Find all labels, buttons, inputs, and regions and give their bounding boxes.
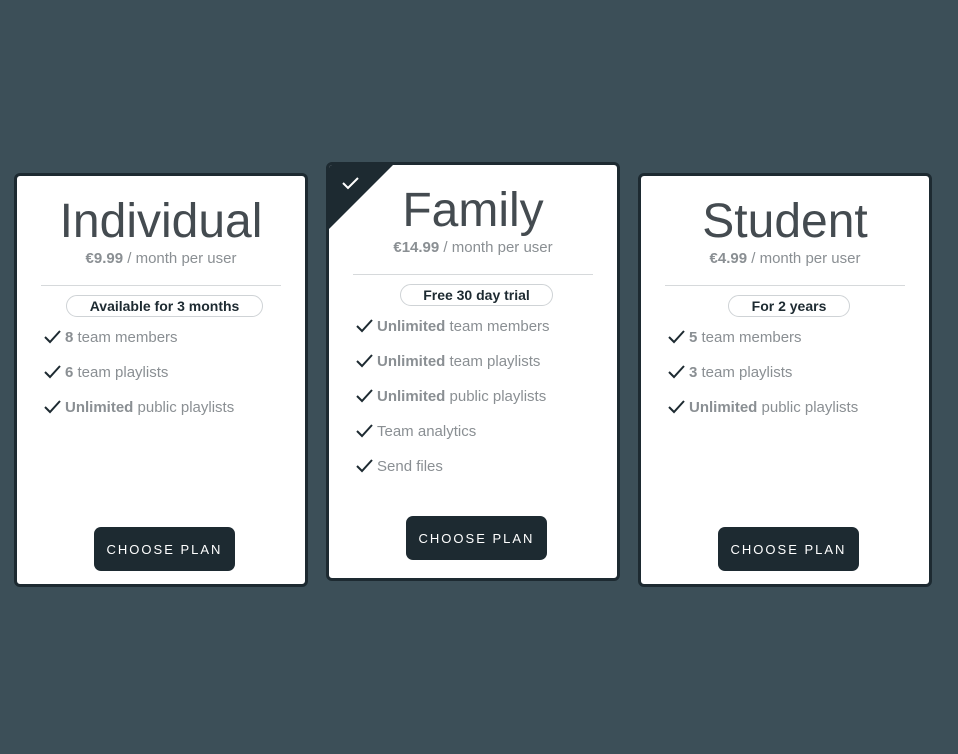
choose-plan-button[interactable]: CHOOSE PLAN — [718, 527, 859, 571]
feature-item: Send files — [355, 458, 550, 493]
check-icon — [668, 330, 685, 344]
plan-name: Family — [402, 184, 544, 237]
check-icon — [44, 365, 61, 379]
plan-badge: Available for 3 months — [66, 295, 263, 317]
price-suffix: / month per user — [747, 250, 861, 267]
plan-card-student: Student €4.99 / month per user For 2 yea… — [638, 173, 932, 587]
plan-price: €14.99 / month per user — [329, 239, 617, 256]
feature-item: Unlimited public playlists — [667, 399, 858, 434]
feature-item: 3 team playlists — [667, 364, 858, 399]
plan-card-family: Family €14.99 / month per user Free 30 d… — [326, 162, 620, 581]
feature-text: team members — [445, 318, 550, 335]
feature-item: Team analytics — [355, 423, 550, 458]
feature-text: Team analytics — [377, 423, 477, 440]
feature-text: public playlists — [757, 399, 859, 416]
feature-highlight: Unlimited — [65, 399, 134, 416]
plan-badge: For 2 years — [728, 295, 850, 317]
choose-plan-button[interactable]: CHOOSE PLAN — [406, 516, 547, 560]
feature-text: Send files — [377, 458, 443, 475]
feature-item: 5 team members — [667, 329, 858, 364]
divider — [41, 285, 281, 286]
price-amount: €14.99 — [393, 239, 440, 256]
price-amount: €4.99 — [709, 250, 748, 267]
check-icon — [668, 400, 685, 414]
feature-text: public playlists — [445, 388, 547, 405]
price-amount: €9.99 — [85, 250, 124, 267]
feature-text: team members — [73, 329, 178, 346]
check-icon — [44, 400, 61, 414]
check-icon — [356, 319, 373, 333]
plan-card-individual: Individual €9.99 / month per user Availa… — [14, 173, 308, 587]
plan-name: Individual — [59, 195, 263, 248]
feature-text: team playlists — [445, 353, 541, 370]
divider — [353, 274, 593, 275]
check-icon — [44, 330, 61, 344]
feature-list: Unlimited team members Unlimited team pl… — [355, 318, 550, 493]
plan-badge: Free 30 day trial — [400, 284, 553, 306]
feature-item: 6 team playlists — [43, 364, 234, 399]
feature-highlight: Unlimited — [377, 353, 446, 370]
plan-price: €4.99 / month per user — [641, 250, 929, 267]
plan-name: Student — [702, 195, 868, 248]
check-icon — [356, 389, 373, 403]
feature-text: team members — [697, 329, 802, 346]
feature-highlight: Unlimited — [377, 388, 446, 405]
feature-highlight: Unlimited — [377, 318, 446, 335]
feature-item: Unlimited public playlists — [355, 388, 550, 423]
check-icon — [356, 459, 373, 473]
check-icon — [356, 424, 373, 438]
choose-plan-button[interactable]: CHOOSE PLAN — [94, 527, 235, 571]
plan-price: €9.99 / month per user — [17, 250, 305, 267]
feature-item: 8 team members — [43, 329, 234, 364]
check-icon — [668, 365, 685, 379]
check-icon — [356, 354, 373, 368]
divider — [665, 285, 905, 286]
price-suffix: / month per user — [123, 250, 237, 267]
feature-list: 8 team members 6 team playlists Unlimite… — [43, 329, 234, 434]
feature-item: Unlimited team playlists — [355, 353, 550, 388]
feature-highlight: Unlimited — [689, 399, 758, 416]
feature-text: team playlists — [697, 364, 793, 381]
feature-text: public playlists — [133, 399, 235, 416]
feature-list: 5 team members 3 team playlists Unlimite… — [667, 329, 858, 434]
feature-text: team playlists — [73, 364, 169, 381]
price-suffix: / month per user — [439, 239, 553, 256]
feature-item: Unlimited public playlists — [43, 399, 234, 434]
feature-item: Unlimited team members — [355, 318, 550, 353]
